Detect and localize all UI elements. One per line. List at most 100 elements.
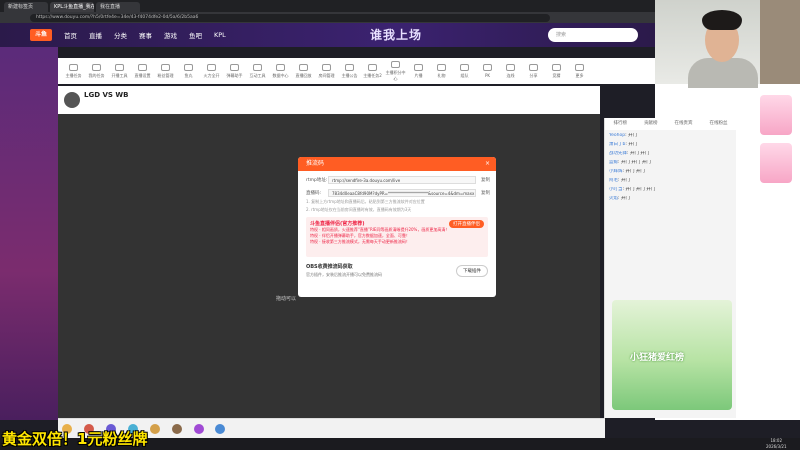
tool-item[interactable]: 房间管理 — [315, 63, 338, 79]
chat-text: 开门 — [628, 142, 638, 147]
tool-label: 我的任务 — [88, 72, 105, 78]
chat-tabs: 排行榜 贡献榜 在线贵宾 在线粉丝 — [605, 118, 736, 130]
tool-label: 连线 — [506, 72, 515, 78]
chat-text: 开门 — [628, 133, 638, 138]
download-plugin-button[interactable]: 下载插件 — [456, 265, 488, 277]
tool-label: 粉丝管理 — [157, 72, 174, 78]
browser-toolbar: https://www.douyu.com/?h5/0rtfe4e=34e/43… — [0, 12, 655, 23]
tool-icon — [506, 63, 515, 71]
tab-fans[interactable]: 在线粉丝 — [710, 118, 728, 130]
gift-icon[interactable] — [149, 424, 160, 434]
gift-icon[interactable] — [193, 424, 204, 434]
tool-item[interactable]: 组队 — [453, 63, 476, 79]
gift-icon[interactable] — [171, 424, 182, 434]
tab-contrib[interactable]: 贡献榜 — [644, 118, 658, 130]
page-background — [0, 47, 58, 420]
address-bar[interactable]: https://www.douyu.com/?h5/0rtfe4e=34e/43… — [30, 13, 550, 22]
tool-item[interactable]: 连线 — [499, 63, 522, 79]
chat-message: Yeohop: 开门 — [609, 133, 638, 138]
nav-match[interactable]: 赛事 — [139, 30, 152, 40]
tool-item[interactable]: 更多 — [568, 63, 591, 79]
tool-item[interactable]: 直播设置 — [131, 63, 154, 79]
tool-icon — [345, 63, 354, 71]
nav-home[interactable]: 首页 — [64, 30, 77, 40]
tool-item[interactable]: PK — [476, 64, 499, 78]
tool-item[interactable]: 分享 — [522, 63, 545, 79]
chat-username[interactable]: Yeohop — [609, 133, 625, 138]
tool-icon — [368, 63, 377, 71]
tool-item[interactable]: 数据中心 — [269, 63, 292, 79]
chat-message: 蓝鲸: 开门 开门 开门 — [609, 160, 651, 165]
avatar[interactable] — [64, 92, 80, 108]
copy-key-button[interactable]: 复制 — [476, 190, 490, 196]
tool-item[interactable]: 主播任务 — [62, 63, 85, 79]
tool-item[interactable]: 鱼丸 — [177, 63, 200, 79]
tab-rank[interactable]: 排行榜 — [614, 118, 628, 130]
tool-item[interactable]: 礼物 — [430, 63, 453, 79]
chat-username[interactable]: 小辉辉 — [609, 169, 623, 174]
tool-item[interactable]: 主播积分中心 — [384, 60, 407, 82]
ad-banner[interactable] — [760, 95, 792, 135]
chat-username[interactable]: 萧白丁b — [609, 142, 625, 147]
stream-key-field[interactable]: 7834d0eaaC8fd90M?dyPR=******************… — [328, 189, 476, 197]
tool-item[interactable]: 弹幕助手 — [223, 63, 246, 79]
browser-tab[interactable]: 我在直播 — [96, 2, 140, 12]
event-banner-title: 小狂猪爱红榜 — [630, 353, 685, 363]
chat-username[interactable]: 阿毛 — [609, 178, 618, 183]
tool-item[interactable]: 主播公告 — [338, 63, 361, 79]
browser-tab[interactable]: 新建标签页 — [4, 2, 48, 12]
chat-message: 小辉辉: 开门 开门 — [609, 169, 645, 174]
tool-label: 分享 — [529, 72, 538, 78]
tool-item[interactable]: 火力全开 — [200, 63, 223, 79]
close-icon[interactable]: × — [485, 157, 490, 171]
tool-icon — [322, 63, 331, 71]
chat-text: 开门 开门 — [629, 151, 650, 156]
stream-key-dialog: 推流码 × rtmp地址: rtmp://sendfire-3a.douyu.c… — [298, 157, 496, 297]
search-input[interactable]: 搜索 — [548, 28, 638, 42]
tool-icon — [230, 63, 239, 71]
chat-list: Yeohop: 开门 萧白丁b: 开门 战功先锋: 开门 开门 蓝鲸: 开门 开门 开… — [605, 133, 736, 202]
nav-game[interactable]: 游戏 — [164, 30, 177, 40]
room-header — [58, 86, 600, 114]
tool-item[interactable]: 互动工具 — [246, 63, 269, 79]
note-line: 1. 复制上方rtmp地址和直播码后，粘贴到第三方推流软件对应位置 — [306, 199, 425, 204]
chat-message: 火焰: 开门 — [609, 196, 630, 201]
chat-username[interactable]: 火焰 — [609, 196, 618, 201]
tool-label: 开播工具 — [111, 72, 128, 78]
chat-text: 开门 — [620, 196, 630, 201]
tool-label: 数据中心 — [272, 72, 289, 78]
nav-kpl[interactable]: KPL — [214, 31, 226, 39]
tool-strip: 主播任务 我的任务 开播工具 直播设置 粉丝管理 鱼丸 火力全开 弹幕助手 互动工具 数据中心 直播… — [58, 58, 655, 84]
chat-message: 小叮当: 开门 开门 开门 — [609, 187, 656, 192]
key-label: 直播码: — [306, 191, 322, 196]
tool-item[interactable]: 竞猜 — [545, 63, 568, 79]
tool-label: PK — [484, 73, 491, 78]
chat-username[interactable]: 蓝鲸 — [609, 160, 618, 165]
nav-category[interactable]: 分类 — [114, 30, 127, 40]
nav-yuba[interactable]: 鱼吧 — [189, 30, 202, 40]
rtmp-field[interactable]: rtmp://sendfire-3a.douyu.com/live — [328, 176, 476, 184]
tool-item[interactable]: 粉丝管理 — [154, 63, 177, 79]
chat-username[interactable]: 战功先锋 — [609, 151, 627, 156]
douyu-logo[interactable]: 斗鱼 — [30, 29, 52, 41]
tab-vip[interactable]: 在线贵宾 — [675, 118, 693, 130]
nav-live[interactable]: 直播 — [89, 30, 102, 40]
gift-icon[interactable] — [215, 424, 226, 434]
tool-item[interactable]: 主播任务2 — [361, 63, 384, 79]
tool-label: 主播公告 — [341, 72, 358, 78]
tool-item[interactable]: 直播回放 — [292, 63, 315, 79]
tool-item[interactable]: 片播 — [407, 63, 430, 79]
tool-icon — [414, 63, 423, 71]
tool-item[interactable]: 开播工具 — [108, 63, 131, 79]
browser-tab[interactable]: KPL斗鱼直播_我在直播_DOU... — [50, 2, 94, 12]
tool-label: 房间管理 — [318, 72, 335, 78]
ad-banner[interactable] — [760, 143, 792, 183]
open-companion-button[interactable]: 打开直播伴侣 — [449, 220, 484, 228]
tool-label: 片播 — [414, 72, 423, 78]
tool-label: 主播任务2 — [363, 72, 382, 78]
chat-username[interactable]: 小叮当 — [609, 187, 623, 192]
tool-icon — [138, 63, 147, 71]
copy-rtmp-button[interactable]: 复制 — [476, 177, 490, 183]
stream-caption-overlay: 黄金双倍！1元粉丝牌 — [2, 430, 148, 448]
tool-item[interactable]: 我的任务 — [85, 63, 108, 79]
